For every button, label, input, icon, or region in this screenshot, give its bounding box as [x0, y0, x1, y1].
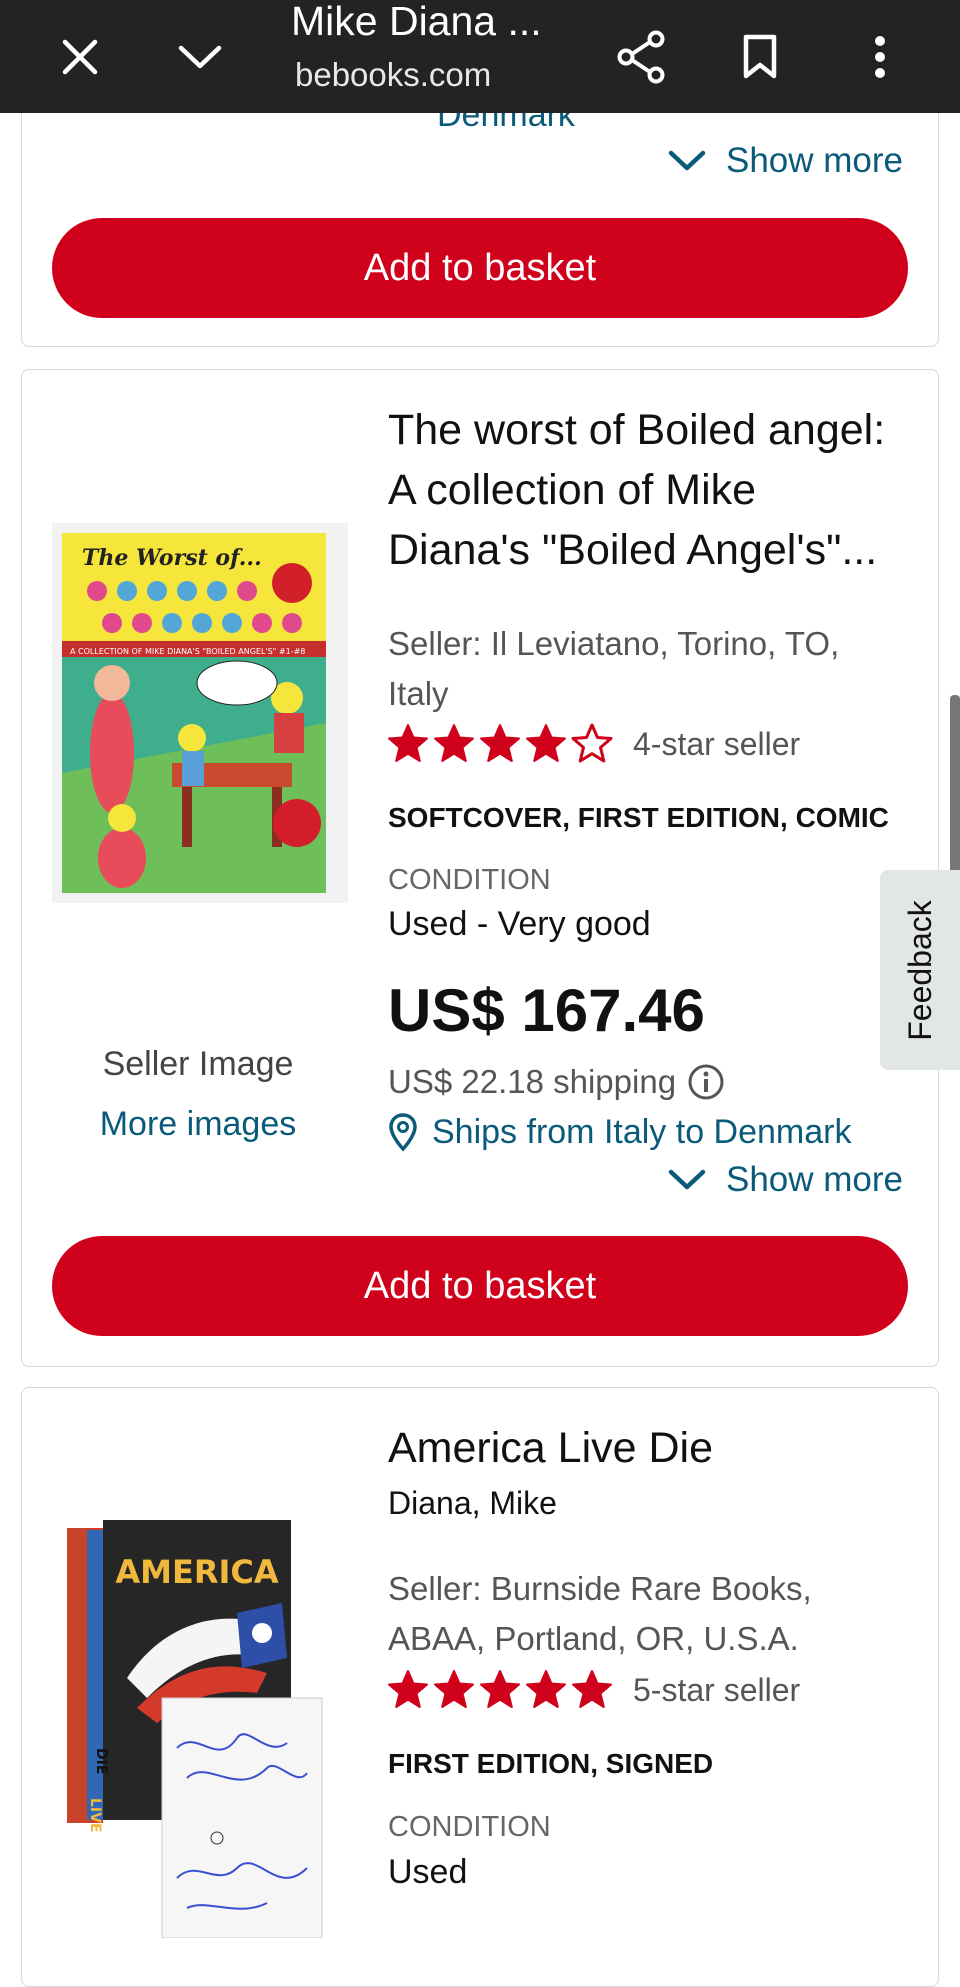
share-icon[interactable] [610, 0, 672, 113]
scrollbar[interactable] [950, 695, 960, 875]
rating-stars [386, 722, 614, 766]
chevron-down-icon[interactable] [170, 0, 230, 113]
listing-card: AMERICA LIVE DIE America Live Die Diana,… [21, 1387, 939, 1987]
rating-stars [386, 1668, 614, 1712]
book-cover-image[interactable]: The Worst of... A COLLECTION OF MIKE DIA… [52, 523, 348, 903]
page-title[interactable]: Mike Diana ... [291, 0, 542, 45]
feedback-tab[interactable]: Feedback [880, 870, 960, 1070]
seller-name[interactable]: Seller: Il Leviatano, Torino, TO, Italy [388, 619, 908, 719]
info-icon[interactable] [686, 1062, 726, 1102]
binding-info: SOFTCOVER, FIRST EDITION, COMIC [388, 802, 889, 833]
svg-text:A COLLECTION OF MIKE DIANA'S ": A COLLECTION OF MIKE DIANA'S "BOILED ANG… [70, 647, 305, 656]
svg-text:DIE: DIE [93, 1748, 109, 1774]
chevron-down-icon [668, 1169, 706, 1190]
add-to-basket-button[interactable]: Add to basket [52, 218, 908, 318]
svg-text:The Worst of...: The Worst of... [82, 545, 262, 571]
ships-from-link[interactable]: Ships from Italy to Denmark [388, 1112, 851, 1152]
page-url[interactable]: bebooks.com [295, 56, 491, 94]
location-pin-icon [389, 1113, 417, 1152]
bookmark-icon[interactable] [735, 0, 785, 113]
feedback-label: Feedback [901, 899, 938, 1041]
more-images-link[interactable]: More images [88, 1105, 308, 1144]
more-vert-icon[interactable] [860, 0, 900, 113]
show-more-label: Show more [726, 1160, 904, 1199]
condition-value: Used - Very good [388, 905, 651, 943]
show-more-link[interactable]: Show more [668, 1160, 903, 1200]
seller-name[interactable]: Seller: Burnside Rare Books, ABAA, Portl… [388, 1564, 908, 1664]
shipping-cost-text: US$ 22.18 shipping [388, 1063, 677, 1100]
condition-label: CONDITION [388, 864, 551, 896]
rating-text: 4-star seller [633, 726, 801, 762]
condition-value: Used [388, 1853, 468, 1891]
condition-label: CONDITION [388, 1811, 551, 1843]
add-to-basket-button[interactable]: Add to basket [52, 1236, 908, 1336]
listing-title[interactable]: The worst of Boiled an­gel: A collection… [388, 400, 908, 580]
book-cover-image[interactable]: AMERICA LIVE DIE [67, 1508, 357, 1939]
binding-info: FIRST EDITION, SIGNED [388, 1748, 714, 1779]
show-more-label: Show more [726, 141, 904, 180]
svg-text:LIVE: LIVE [87, 1798, 103, 1833]
browser-toolbar: Mike Diana ... bebooks.com [0, 0, 960, 113]
svg-text:AMERICA: AMERICA [115, 1553, 279, 1591]
listing-card: The Worst of... A COLLECTION OF MIKE DIA… [21, 369, 939, 1367]
author-name: Diana, Mike [388, 1485, 557, 1521]
seller-image-caption: Seller Image [102, 1045, 294, 1083]
shipping-cost: US$ 22.18 shipping [388, 1062, 726, 1102]
ships-from-text: Ships from Italy to Denmark [432, 1112, 852, 1151]
listing-title[interactable]: America Live Die [388, 1418, 713, 1478]
price: US$ 167.46 [388, 977, 705, 1044]
rating-text: 5-star seller [633, 1672, 801, 1708]
chevron-down-icon [668, 150, 706, 171]
close-icon[interactable] [50, 0, 110, 113]
show-more-link[interactable]: Show more [668, 141, 903, 181]
